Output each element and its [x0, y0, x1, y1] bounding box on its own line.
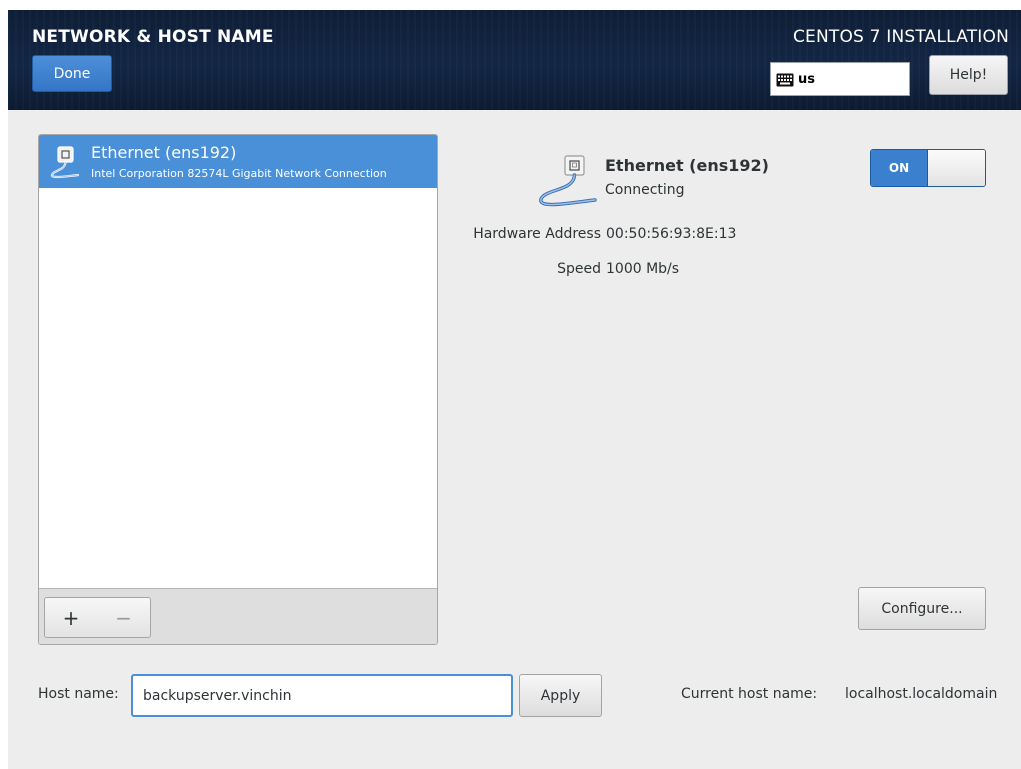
speed-label: Speed [557, 261, 601, 277]
device-description: Intel Corporation 82574L Gigabit Network… [91, 167, 387, 180]
network-device-list: Ethernet (ens192) Intel Corporation 8257… [38, 134, 438, 645]
installation-title: CENTOS 7 INSTALLATION [792, 27, 1009, 47]
keyboard-layout-label: us [798, 71, 815, 87]
device-detail-name: Ethernet (ens192) [605, 156, 769, 175]
configure-button[interactable]: Configure... [858, 587, 986, 630]
keyboard-layout-indicator[interactable]: us [770, 62, 910, 96]
page-title: NETWORK & HOST NAME [32, 27, 274, 47]
device-list-item[interactable]: Ethernet (ens192) Intel Corporation 8257… [39, 135, 437, 188]
hardware-address-label: Hardware Address [473, 226, 601, 242]
toggle-on-label: ON [871, 150, 927, 186]
current-host-name-label: Current host name: [681, 686, 818, 702]
keyboard-icon [776, 72, 794, 87]
header-bar: NETWORK & HOST NAME Done CENTOS 7 INSTAL… [8, 10, 1021, 110]
host-name-input[interactable] [131, 674, 513, 717]
device-on-off-toggle[interactable]: ON [870, 149, 986, 187]
current-host-name-value: localhost.localdomain [845, 686, 998, 702]
device-name: Ethernet (ens192) [91, 143, 237, 162]
add-device-button[interactable]: + [44, 597, 98, 638]
ethernet-cable-icon [535, 153, 601, 213]
hardware-address-value: 00:50:56:93:8E:13 [606, 226, 737, 242]
help-button[interactable]: Help! [929, 55, 1008, 95]
device-list-toolbar: + − [39, 588, 437, 644]
host-name-label: Host name: [38, 686, 119, 702]
done-button[interactable]: Done [32, 55, 112, 92]
apply-hostname-button[interactable]: Apply [519, 674, 602, 717]
installer-window: NETWORK & HOST NAME Done CENTOS 7 INSTAL… [8, 10, 1021, 769]
remove-device-button[interactable]: − [97, 597, 151, 638]
speed-value: 1000 Mb/s [606, 261, 680, 277]
ethernet-cable-icon [49, 145, 83, 181]
device-connection-status: Connecting [605, 182, 685, 198]
toggle-knob [927, 150, 985, 186]
